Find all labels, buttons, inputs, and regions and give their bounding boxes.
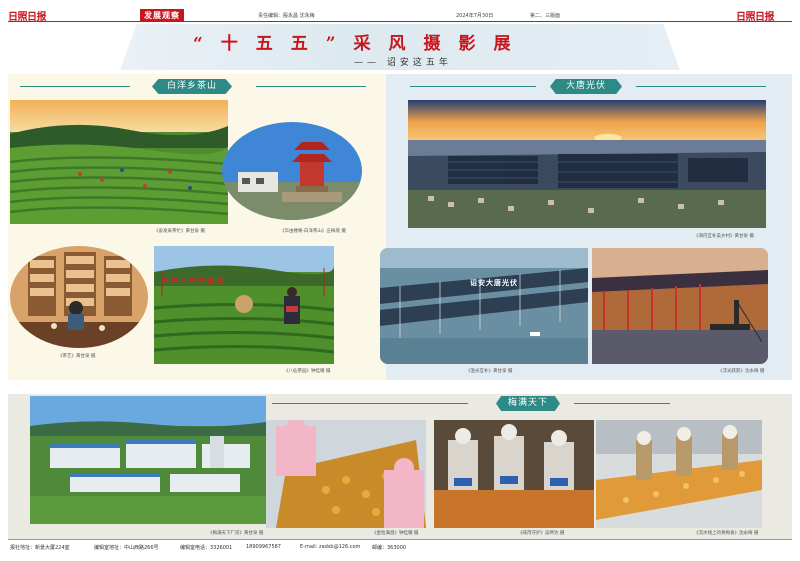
photo-solar-fisher	[592, 248, 768, 364]
section-label-tea: 白洋乡茶山	[152, 79, 232, 94]
footer-email: E-mail: zadsb@126.com	[300, 544, 361, 550]
caption-workers: 《味丙守护》吴畔达 摄	[518, 531, 565, 536]
footer-address: 报社地址：新景大厦224室	[10, 545, 70, 551]
section-rule	[574, 403, 670, 404]
caption-factory: 《梅满天下厂房》黄甘泉 摄	[208, 531, 264, 536]
footer-editorial: 编辑室地址：中山西路266号	[94, 545, 159, 551]
page-number: 第二、三版面	[530, 13, 561, 19]
tea-base-sign: 白洋乡产茶基地	[162, 277, 225, 285]
photo-solar-sea	[380, 248, 588, 364]
caption-production-line: 《流水线上的青梅食》沈永梅 摄	[694, 531, 759, 536]
footer-rule	[8, 539, 792, 540]
page-subtitle: —— 诏安这五年	[354, 58, 452, 68]
issue-date: 2024年7月30日	[456, 13, 494, 19]
caption-pavilion: 《华由楼阁·白洋茶山》庄梅境 摄	[280, 229, 346, 234]
footer-phone: 编辑室电话：3326001	[180, 545, 233, 551]
section-rule	[20, 86, 130, 87]
caption-tea-pickers: 《八仙茶园》钟桂耀 摄	[284, 369, 331, 374]
photo-solar-aerial	[408, 100, 766, 228]
caption-solar-aerial: 《海内互补美乡村》黄甘泉 摄	[694, 234, 754, 239]
header-rule	[8, 21, 792, 22]
photo-sorting	[266, 420, 426, 528]
photo-production-line	[596, 420, 762, 528]
caption-solar-fisher: 《浮光跃影》沈永梅 摄	[718, 369, 765, 374]
photo-tea-hills	[10, 100, 228, 224]
section-label-plum: 梅满天下	[496, 396, 560, 411]
section-rule	[410, 86, 536, 87]
editors-line: 责任编辑：殷永昌 沈永梅	[258, 13, 315, 19]
page-title: “十五五”采风摄影展	[193, 34, 529, 54]
photo-pavilion	[222, 122, 362, 220]
caption-tea-hills: 《奋发采茶忙》黄甘泉 摄	[154, 229, 205, 234]
caption-tea-shop: 《茶艺》黄甘泉 摄	[58, 354, 96, 359]
section-rule	[636, 86, 766, 87]
photo-tea-pickers	[154, 246, 334, 364]
photo-tea-shop	[10, 246, 148, 348]
section-label-solar: 大唐光伏	[550, 79, 622, 94]
section-rule	[256, 86, 366, 87]
footer-mobile: 18909967587	[246, 544, 281, 550]
section-rule	[272, 403, 468, 404]
solar-banner: 诏安大唐光伏	[470, 279, 518, 287]
footer-postcode: 邮编：363000	[372, 545, 407, 551]
photo-workers	[434, 420, 594, 528]
photo-factory	[30, 396, 266, 524]
caption-solar-sea: 《渔光互补》黄甘泉 摄	[466, 369, 513, 374]
caption-sorting: 《金粒满盘》钟桂耀 摄	[372, 531, 419, 536]
